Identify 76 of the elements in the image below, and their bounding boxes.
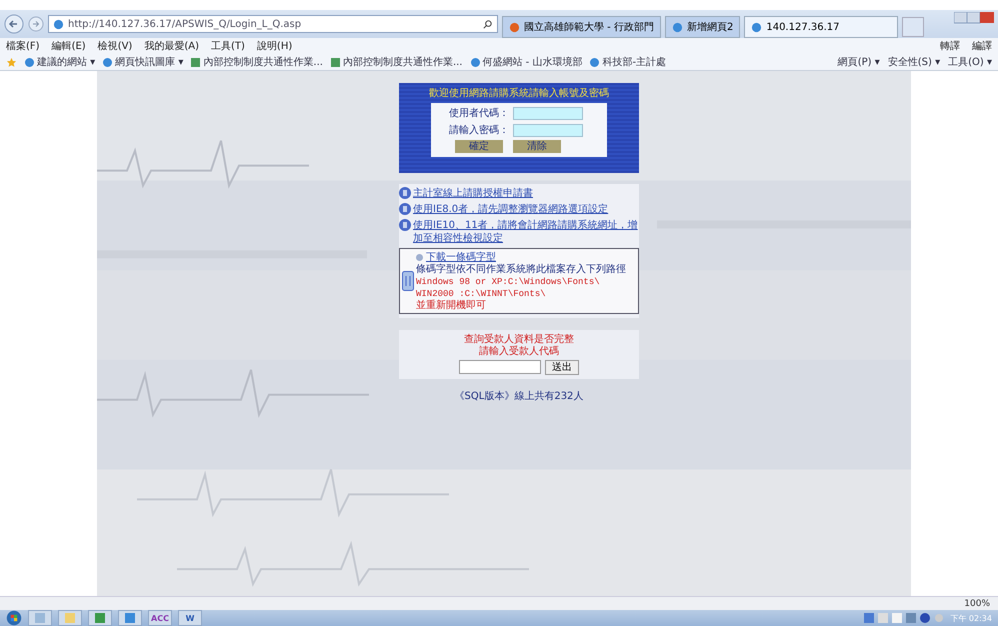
browser-tab[interactable]: 140.127.36.17: [744, 16, 898, 38]
taskbar-app[interactable]: [58, 610, 82, 626]
app-icon: [35, 613, 45, 623]
favorite-link[interactable]: 內部控制制度共通性作業...: [330, 55, 462, 69]
globe-icon: [672, 22, 683, 32]
globe-icon: [590, 58, 600, 66]
submit-button[interactable]: 送出: [545, 360, 579, 375]
document-icon: [399, 203, 411, 215]
command-item[interactable]: 工具(O) ▾: [948, 55, 992, 69]
globe-icon: [751, 22, 762, 32]
download-link[interactable]: 下載一條碼字型: [416, 250, 626, 264]
taskbar-app[interactable]: [88, 610, 112, 626]
online-count-text: 《SQL版本》線上共有232人: [454, 390, 584, 403]
globe-icon: [103, 58, 112, 66]
payee-code-field[interactable]: [459, 360, 541, 374]
globe-icon: [53, 18, 64, 30]
input-field[interactable]: [513, 124, 583, 136]
zoom-level[interactable]: 100%: [964, 598, 990, 608]
search-icon[interactable]: [482, 18, 493, 30]
login-title: 歡迎使用網路請購系統請輸入帳號及密碼: [429, 86, 609, 100]
taskbar-app[interactable]: [28, 610, 52, 626]
clock: 下午 02:34: [950, 612, 992, 624]
field-label: 使用者代碼：: [449, 106, 509, 120]
command-item[interactable]: 網頁(P) ▾: [838, 55, 880, 69]
app-icon: [125, 613, 135, 623]
favorite-link[interactable]: 何盛網站 - 山水環境部: [470, 55, 582, 69]
info-text: 條碼字型依不同作業系統將此檔案存入下列路徑: [416, 264, 626, 276]
toolbar-item[interactable]: 轉譯: [940, 39, 960, 53]
font-icon: [402, 271, 414, 291]
globe-icon: [470, 58, 480, 66]
command-item[interactable]: 安全性(S) ▾: [888, 55, 940, 69]
browser-tab[interactable]: 國立高雄師範大學 - 行政部門: [502, 16, 661, 38]
back-icon[interactable]: [4, 14, 24, 34]
menu-item[interactable]: 我的最愛(A): [144, 39, 199, 53]
browser-tab[interactable]: 新增網頁2: [664, 16, 740, 38]
start-icon[interactable]: [6, 610, 22, 626]
favorite-link[interactable]: 科技部-主計處: [590, 55, 666, 69]
favorite-link[interactable]: 建議的網站 ▾: [25, 55, 96, 69]
favorite-link[interactable]: 網頁快訊圖庫 ▾: [103, 55, 184, 69]
taskbar-app[interactable]: W: [178, 610, 202, 626]
window-buttons-icon[interactable]: [954, 12, 994, 24]
globe-icon: [25, 58, 34, 66]
app-icon: [65, 613, 75, 623]
info-text: 並重新開機即可: [416, 300, 487, 312]
forward-icon[interactable]: [28, 16, 44, 32]
address-field[interactable]: http://140.127.36.17/APSWIS_Q/Login_L_Q.asp: [48, 15, 498, 33]
menu-item[interactable]: 工具(T): [211, 39, 245, 53]
input-field[interactable]: [513, 106, 583, 120]
taskbar-app[interactable]: [118, 610, 142, 626]
form-button[interactable]: 清除: [513, 140, 561, 153]
new-tab-button[interactable]: [902, 17, 924, 37]
star-icon[interactable]: [6, 56, 17, 68]
help-link[interactable]: 主計室線上請購授權申請書: [413, 187, 533, 200]
favorite-link[interactable]: 內部控制制度共通性作業...: [191, 55, 323, 69]
query-text: 請輸入受款人代碼: [479, 346, 559, 358]
taskbar-app[interactable]: ACC: [148, 610, 172, 626]
document-icon: [330, 58, 340, 66]
field-label: 請輸入密碼：: [449, 124, 509, 137]
app-icon: [95, 613, 105, 623]
menu-item[interactable]: 檢視(V): [98, 39, 132, 53]
document-icon: [399, 219, 411, 231]
globe-icon: [509, 22, 520, 32]
document-icon: [399, 187, 411, 199]
menu-item[interactable]: 編輯(E): [52, 39, 86, 53]
menu-item[interactable]: 檔案(F): [6, 39, 40, 53]
help-link[interactable]: 使用IE8.0者，請先調整瀏覽器網路選項設定: [413, 203, 608, 216]
info-text: WIN2000 :C:\WINNT\Fonts\: [416, 288, 547, 300]
system-tray-icon[interactable]: [864, 612, 944, 624]
bullet-icon: [416, 254, 423, 260]
toolbar-item[interactable]: 編譯: [972, 39, 992, 53]
form-button[interactable]: 確定: [455, 140, 503, 153]
query-text: 查詢受款人資料是否完整: [464, 334, 574, 346]
info-text: Windows 98 or XP:C:\Windows\Fonts\: [416, 276, 601, 288]
document-icon: [191, 58, 200, 66]
help-link[interactable]: 使用IE10、11者，請將會計網路請購系統網址，增加至相容性檢視設定: [413, 219, 643, 245]
menu-item[interactable]: 說明(H): [256, 39, 292, 53]
